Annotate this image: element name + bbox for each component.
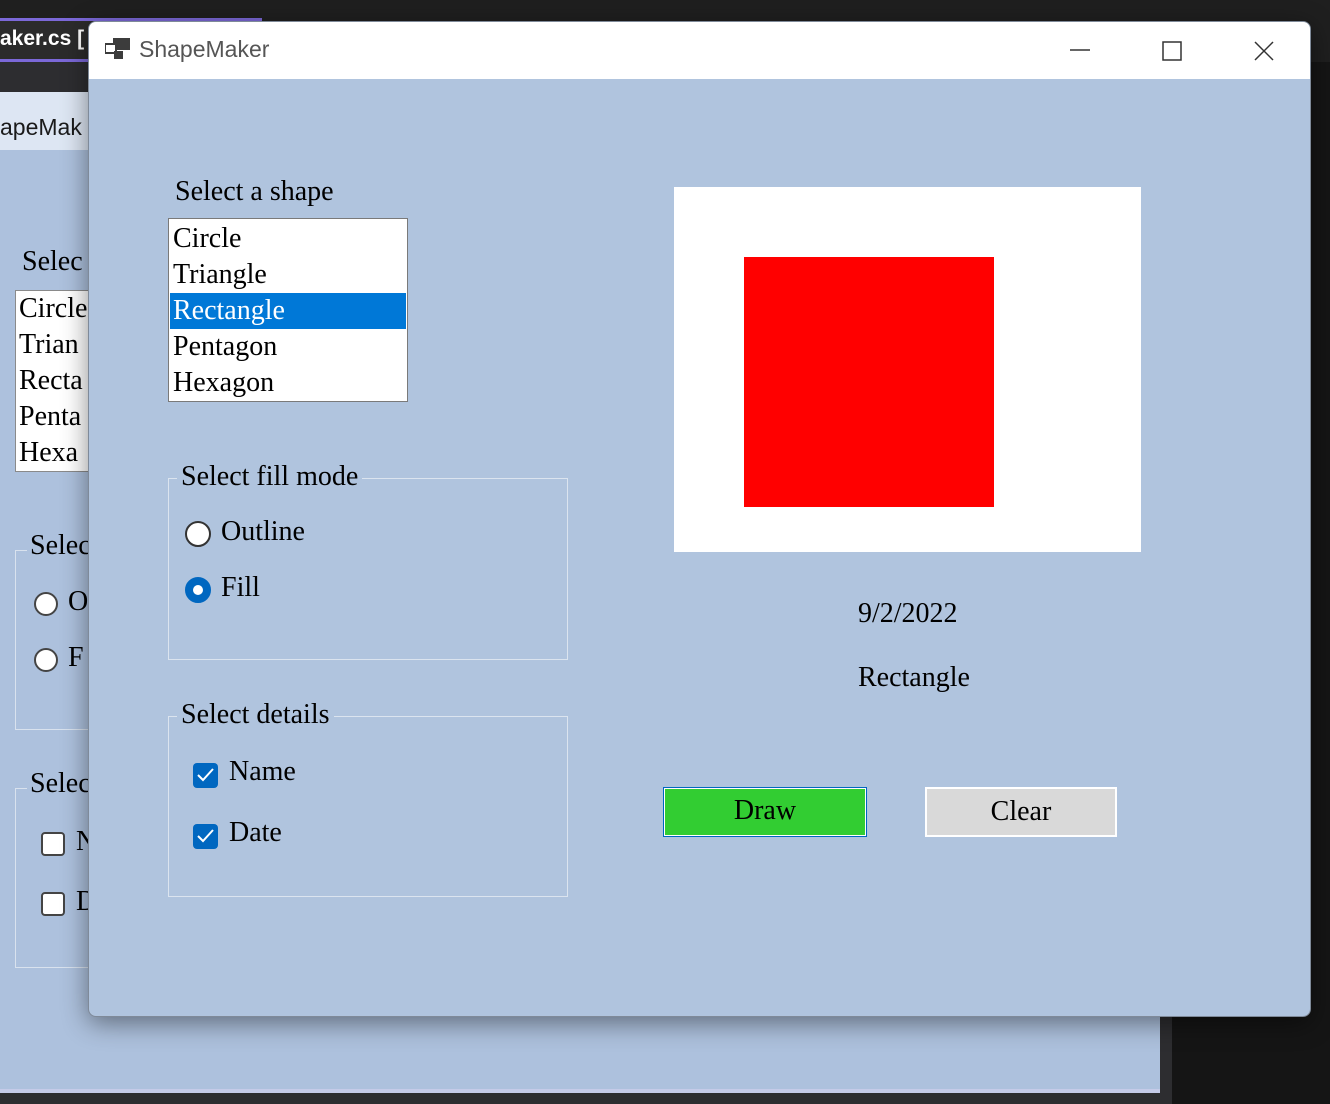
date-display: 9/2/2022 xyxy=(858,598,958,629)
list-item-rectangle[interactable]: Rectangle xyxy=(170,293,406,329)
checkmark-icon xyxy=(197,829,214,843)
name-checkbox-box[interactable] xyxy=(193,763,218,788)
outline-label: Outline xyxy=(221,516,305,547)
designer-fill-label: F xyxy=(68,642,84,673)
details-legend: Select details xyxy=(177,699,334,731)
window-title: ShapeMaker xyxy=(139,36,270,62)
clear-button[interactable]: Clear xyxy=(925,787,1117,837)
drawn-rectangle xyxy=(744,257,994,507)
list-item-hexagon[interactable]: Hexagon xyxy=(170,365,406,401)
shape-preview-canvas xyxy=(674,187,1141,552)
designer-fill-mode-label: Selec xyxy=(27,530,94,562)
shapemaker-window: ShapeMaker Select a shape Circle Triangl… xyxy=(88,21,1311,1017)
shape-name-display: Rectangle xyxy=(858,662,970,693)
designer-checkbox-date xyxy=(41,892,65,916)
designer-details-label: Selec xyxy=(27,768,94,800)
shape-listbox[interactable]: Circle Triangle Rectangle Pentagon Hexag… xyxy=(168,218,408,402)
maximize-button[interactable] xyxy=(1126,22,1218,79)
designer-radio-outline xyxy=(34,592,58,616)
app-window-icon xyxy=(105,38,130,59)
title-bar[interactable]: ShapeMaker xyxy=(89,22,1310,79)
ide-file-tab-label: aker.cs [ xyxy=(0,27,85,50)
outline-radio-circle[interactable] xyxy=(185,521,211,547)
list-item-pentagon[interactable]: Pentagon xyxy=(170,329,406,365)
close-button[interactable] xyxy=(1218,22,1310,79)
fill-mode-group: Select fill mode Outline Fill xyxy=(168,461,568,660)
designer-select-shape-label: Selec xyxy=(22,246,83,277)
close-icon xyxy=(1254,41,1274,61)
fill-label: Fill xyxy=(221,572,260,603)
fill-mode-legend: Select fill mode xyxy=(177,461,363,493)
name-label: Name xyxy=(229,756,296,787)
list-item-triangle[interactable]: Triangle xyxy=(170,257,406,293)
date-checkbox-box[interactable] xyxy=(193,824,218,849)
list-item-circle[interactable]: Circle xyxy=(170,221,406,257)
draw-button[interactable]: Draw xyxy=(663,787,867,837)
minimize-icon xyxy=(1070,49,1090,51)
minimize-button[interactable] xyxy=(1034,22,1126,79)
designer-checkbox-name xyxy=(41,832,65,856)
date-label: Date xyxy=(229,817,282,848)
select-shape-label: Select a shape xyxy=(175,176,334,207)
fill-radio-circle[interactable] xyxy=(185,577,211,603)
designer-outline-label: O xyxy=(68,586,89,617)
checkmark-icon xyxy=(197,768,214,782)
designer-title: apeMak xyxy=(0,114,82,140)
ide-top-bar xyxy=(0,0,1330,18)
details-group: Select details Name Date xyxy=(168,699,568,897)
designer-radio-fill xyxy=(34,648,58,672)
maximize-icon xyxy=(1162,41,1182,61)
